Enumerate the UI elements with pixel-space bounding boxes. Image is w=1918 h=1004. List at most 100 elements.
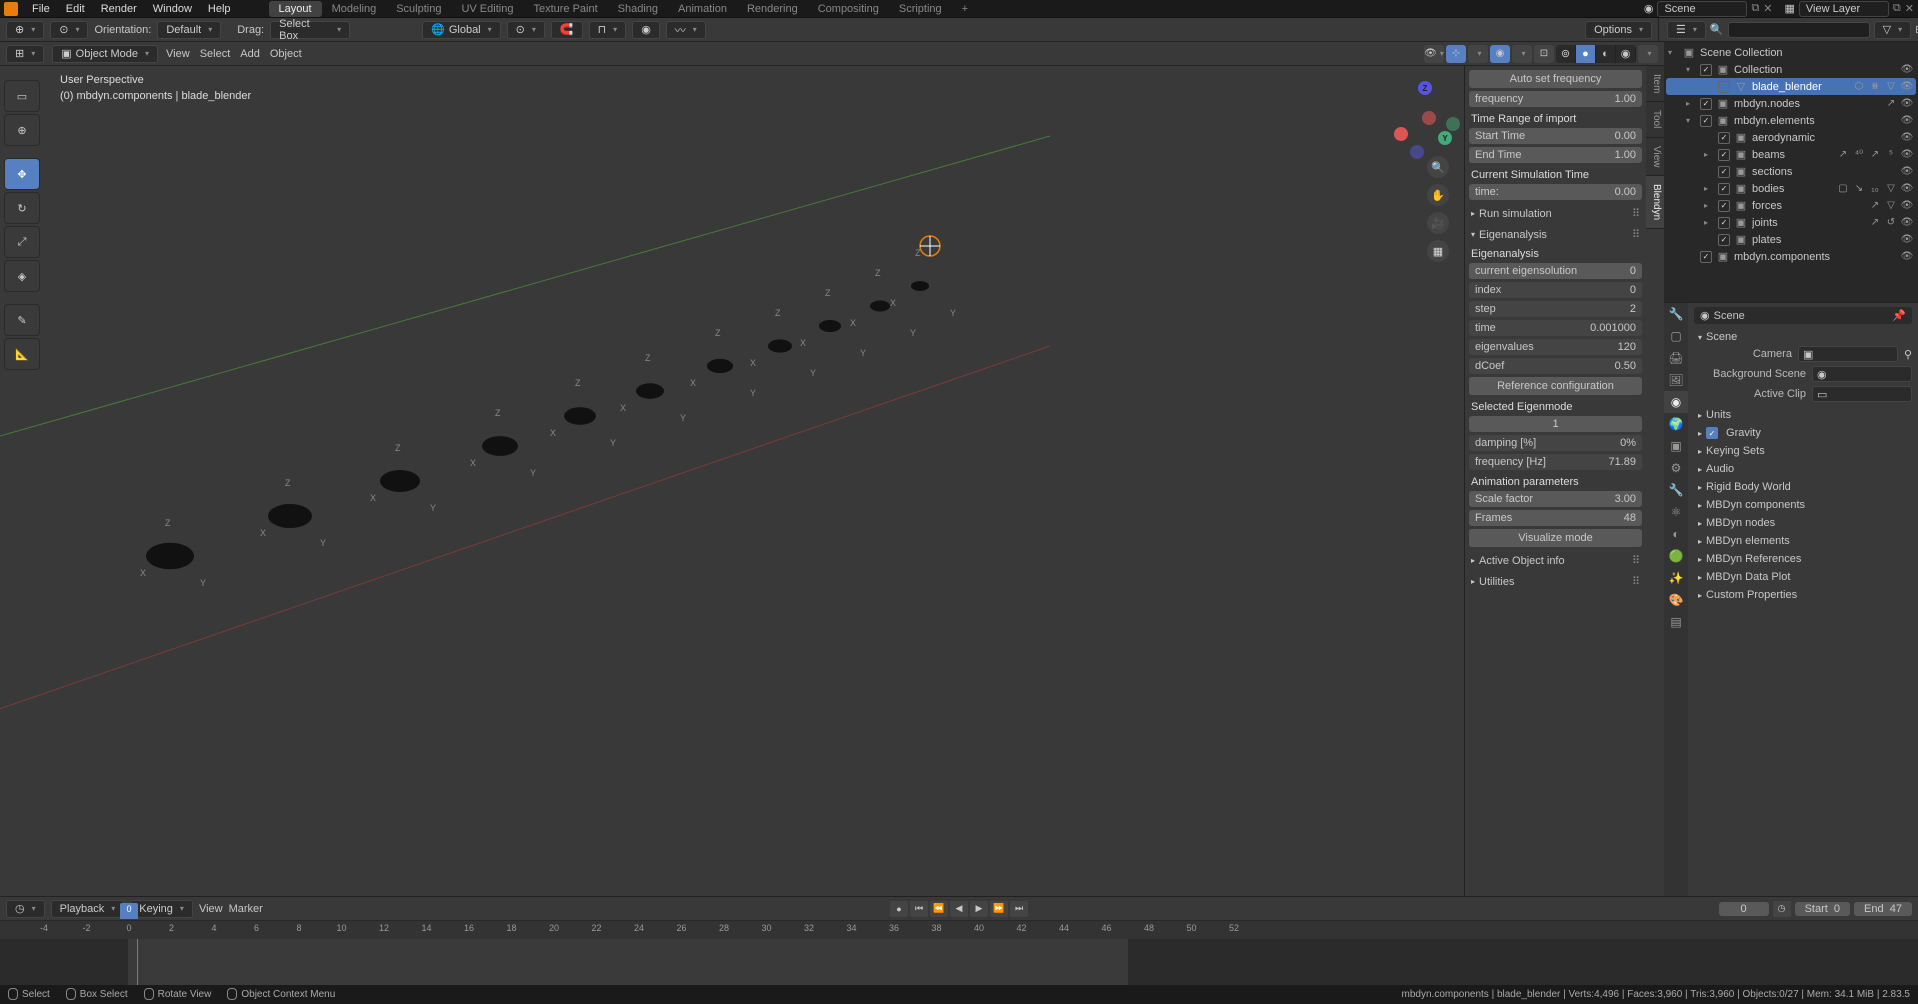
overlays-toggle[interactable]: ◉: [1490, 45, 1510, 63]
timeline-body[interactable]: [0, 939, 1918, 985]
workspace-tab-layout[interactable]: Layout: [269, 1, 322, 17]
camera-field[interactable]: ▣: [1798, 346, 1898, 362]
zoom-button[interactable]: 🔍: [1427, 156, 1449, 178]
snap-settings-dropdown[interactable]: ⊓: [589, 21, 627, 39]
scale-tool[interactable]: ⤢: [4, 226, 40, 258]
outliner-root[interactable]: ▾▣Scene Collection: [1666, 44, 1916, 61]
frequency-field[interactable]: frequency1.00: [1469, 91, 1642, 107]
props-tab-0[interactable]: 🔧: [1664, 303, 1688, 325]
jump-prev-keyframe-button[interactable]: ⏪: [930, 901, 948, 917]
play-reverse-button[interactable]: ◀: [950, 901, 968, 917]
auto-set-frequency-button[interactable]: Auto set frequency: [1469, 70, 1642, 88]
viewport-menu-object[interactable]: Object: [270, 48, 302, 60]
props-section-audio[interactable]: Audio: [1694, 460, 1912, 478]
menu-help[interactable]: Help: [200, 3, 239, 15]
rotate-tool[interactable]: ↻: [4, 192, 40, 224]
playback-dropdown[interactable]: Playback: [51, 900, 125, 918]
menu-edit[interactable]: Edit: [58, 3, 93, 15]
pivot-point-dropdown[interactable]: ⊙: [507, 21, 545, 39]
reference-configuration-button[interactable]: Reference configuration: [1469, 377, 1642, 395]
preview-range-toggle[interactable]: ◷: [1773, 901, 1791, 917]
eigenanalysis-section[interactable]: Eigenanalysis⠿: [1469, 224, 1642, 245]
menu-file[interactable]: File: [24, 3, 58, 15]
cursor-tool[interactable]: ⊕: [4, 114, 40, 146]
active-clip-field[interactable]: ▭: [1812, 386, 1912, 402]
start-frame-field[interactable]: Start 0: [1795, 902, 1850, 916]
proportional-edit-toggle[interactable]: ◉: [632, 21, 660, 39]
props-tab-13[interactable]: 🎨: [1664, 589, 1688, 611]
visualize-mode-button[interactable]: Visualize mode: [1469, 529, 1642, 547]
shading-solid[interactable]: ●: [1576, 45, 1596, 63]
orientation-dropdown[interactable]: Default: [157, 21, 221, 39]
props-section-units[interactable]: Units: [1694, 406, 1912, 424]
props-tab-10[interactable]: ◐: [1664, 523, 1688, 545]
props-section-mbdyn-nodes[interactable]: MBDyn nodes: [1694, 514, 1912, 532]
delete-viewlayer-button[interactable]: ✕: [1905, 2, 1914, 15]
outliner-editor-type[interactable]: ☰: [1667, 21, 1706, 39]
workspace-tab-uv-editing[interactable]: UV Editing: [451, 1, 523, 17]
props-tab-1[interactable]: ▢: [1664, 325, 1688, 347]
current-eigensolution-field[interactable]: current eigensolution0: [1469, 263, 1642, 279]
props-section-keying-sets[interactable]: Keying Sets: [1694, 442, 1912, 460]
editor-type-dropdown[interactable]: ⊞: [6, 45, 44, 63]
current-frame-field[interactable]: 0: [1719, 902, 1769, 916]
shading-rendered[interactable]: ◉: [1616, 45, 1636, 63]
sidebar-tab-blendyn[interactable]: Blendyn: [1646, 176, 1664, 229]
play-button[interactable]: ▶: [970, 901, 988, 917]
viewport-menu-view[interactable]: View: [166, 48, 190, 60]
filter-dropdown[interactable]: ▽: [1874, 21, 1911, 39]
move-tool[interactable]: ✥: [4, 158, 40, 190]
outliner-item-mbdyn-elements[interactable]: ▾▣mbdyn.elements👁: [1666, 112, 1916, 129]
sidebar-tab-view[interactable]: View: [1646, 138, 1664, 177]
outliner-item-sections[interactable]: ▣sections👁: [1666, 163, 1916, 180]
viewport-menu-select[interactable]: Select: [200, 48, 231, 60]
props-tab-8[interactable]: 🔧: [1664, 479, 1688, 501]
new-viewlayer-button[interactable]: ⧉: [1893, 2, 1901, 15]
jump-end-button[interactable]: ⏭: [1010, 901, 1028, 917]
menu-render[interactable]: Render: [93, 3, 145, 15]
scale-factor-field[interactable]: Scale factor3.00: [1469, 491, 1642, 507]
perspective-toggle-button[interactable]: ▦: [1427, 240, 1449, 262]
visibility-dropdown[interactable]: 👁: [1424, 45, 1444, 63]
snap-toggle[interactable]: 🧲: [551, 21, 583, 39]
workspace-tab-compositing[interactable]: Compositing: [808, 1, 889, 17]
xray-toggle[interactable]: ⊡: [1534, 45, 1554, 63]
outliner-item-plates[interactable]: ▣plates👁: [1666, 231, 1916, 248]
jump-start-button[interactable]: ⏮: [910, 901, 928, 917]
props-tab-12[interactable]: ✨: [1664, 567, 1688, 589]
end-time-field[interactable]: End Time1.00: [1469, 147, 1642, 163]
workspace-tab-texture-paint[interactable]: Texture Paint: [523, 1, 607, 17]
outliner-item-Collection[interactable]: ▾▣Collection👁: [1666, 61, 1916, 78]
jump-next-keyframe-button[interactable]: ⏩: [990, 901, 1008, 917]
annotate-tool[interactable]: ✎: [4, 304, 40, 336]
scene-name-input[interactable]: [1657, 1, 1747, 17]
shading-material[interactable]: ◐: [1596, 45, 1616, 63]
timeline-view-menu[interactable]: View: [199, 903, 223, 915]
outliner-search-input[interactable]: [1728, 22, 1870, 38]
3d-viewport[interactable]: XYZXYZXYZXYZXYZXYZXYZXYZXYZXYZXYZ User P…: [0, 66, 1664, 896]
pan-button[interactable]: ✋: [1427, 184, 1449, 206]
select-box-tool[interactable]: ▭: [4, 80, 40, 112]
props-section-mbdyn-data-plot[interactable]: MBDyn Data Plot: [1694, 568, 1912, 586]
keying-dropdown[interactable]: Keying: [130, 900, 193, 918]
drag-action-dropdown[interactable]: Select Box: [270, 21, 350, 39]
nav-gizmo[interactable]: Y Z: [1390, 81, 1454, 145]
outliner-item-mbdyn-nodes[interactable]: ▸▣mbdyn.nodes↗👁: [1666, 95, 1916, 112]
auto-keying-toggle[interactable]: ●: [890, 901, 908, 917]
timeline-editor-type[interactable]: ◷: [6, 900, 45, 918]
menu-window[interactable]: Window: [145, 3, 200, 15]
transform-pivot-dropdown[interactable]: ⊕: [6, 21, 44, 39]
gizmo-dropdown[interactable]: [1468, 45, 1488, 63]
viewport-menu-add[interactable]: Add: [240, 48, 260, 60]
proportional-falloff-dropdown[interactable]: 〰: [666, 21, 706, 39]
camera-view-button[interactable]: 🎥: [1427, 212, 1449, 234]
timeline-marker-menu[interactable]: Marker: [229, 903, 263, 915]
props-tab-5[interactable]: 🌍: [1664, 413, 1688, 435]
selected-eigenmode-field[interactable]: 1: [1469, 416, 1642, 432]
outliner-item-mbdyn-components[interactable]: ▣mbdyn.components👁: [1666, 248, 1916, 265]
transform-tool[interactable]: ◈: [4, 260, 40, 292]
outliner-item-bodies[interactable]: ▸▣bodies▢↘₁₀▽👁: [1666, 180, 1916, 197]
props-tab-14[interactable]: ▤: [1664, 611, 1688, 633]
run-simulation-section[interactable]: Run simulation⠿: [1469, 203, 1642, 224]
outliner-item-joints[interactable]: ▸▣joints↗↺👁: [1666, 214, 1916, 231]
